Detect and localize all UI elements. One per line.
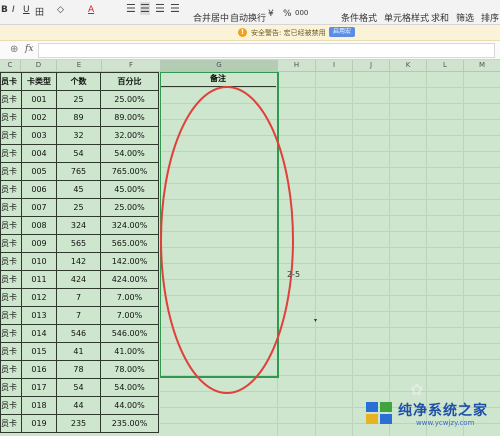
wrap-text-button[interactable]: 自动换行 [230, 11, 266, 24]
conditional-format-button[interactable]: 条件格式 [341, 11, 377, 24]
column-header-m[interactable]: M [464, 60, 500, 71]
percent-button[interactable]: % [283, 9, 292, 19]
mouse-cursor-icon: ▾ [314, 317, 318, 324]
border-button[interactable]: 田 [35, 5, 44, 18]
column-header-f[interactable]: F [102, 60, 161, 71]
sort-button[interactable]: 排序 [481, 11, 499, 24]
formula-bar: ⊕ fx [0, 41, 500, 60]
align-center-icon[interactable]: ☰ [140, 2, 150, 15]
column-header-e[interactable]: E [57, 60, 102, 71]
sum-button[interactable]: 求和 [431, 11, 449, 24]
merge-center-button[interactable]: 合并居中 [193, 11, 229, 24]
column-header-l[interactable]: L [427, 60, 464, 71]
watermark-name: 纯净系统之家 [398, 403, 488, 419]
formula-input[interactable] [38, 43, 495, 58]
annotation-oval [160, 86, 294, 394]
justify-icon[interactable]: ☰ [170, 2, 180, 15]
site-watermark: 纯净系统之家 www.ycwjzy.com [358, 394, 500, 436]
align-right-icon[interactable]: ☰ [155, 2, 165, 15]
cell-style-button[interactable]: 单元格样式 [384, 11, 429, 24]
sheet-grid[interactable]: 员卡 卡类型 个数 百分比 员卡 001 25 25.00% 员卡 002 89 89.00%… [0, 72, 500, 436]
thousands-button[interactable]: 000 [295, 9, 308, 17]
column-header-j[interactable]: J [353, 60, 390, 71]
zoom-icon[interactable]: ⊕ [10, 44, 18, 55]
column-header-c[interactable]: C [0, 60, 21, 71]
underline-button[interactable]: U [23, 5, 30, 15]
macro-security-bar: ! 安全警告: 宏已经被禁用 启用宏 [0, 25, 500, 41]
watermark-url: www.ycwjzy.com [416, 419, 475, 427]
column-header-d[interactable]: D [21, 60, 57, 71]
currency-button[interactable]: ¥ [268, 9, 274, 19]
column-header-i[interactable]: I [316, 60, 353, 71]
column-header-g[interactable]: G [161, 60, 278, 71]
warning-icon: ! [238, 28, 247, 37]
ribbon-toolbar: B I U 田 ◇ A ☰ ☰ ☰ ☰ 合并居中 自动换行 ¥ % 000 条件… [0, 0, 500, 25]
column-header-h[interactable]: H [278, 60, 316, 71]
align-left-icon[interactable]: ☰ [126, 2, 136, 15]
italic-button[interactable]: I [12, 5, 15, 15]
red-oval-shape [160, 86, 294, 394]
fx-icon[interactable]: fx [25, 44, 33, 54]
enable-macro-button[interactable]: 启用宏 [329, 27, 355, 37]
font-color-button[interactable]: A [88, 5, 94, 15]
column-header-k[interactable]: K [390, 60, 427, 71]
security-warning-text: 安全警告: 宏已经被禁用 [251, 29, 326, 37]
watermark-logo-icon [366, 402, 392, 424]
bold-button[interactable]: B [1, 5, 8, 15]
fill-color-button[interactable]: ◇ [57, 5, 64, 15]
filter-button[interactable]: 筛选 [456, 11, 474, 24]
floating-text[interactable]: 2-5 [287, 270, 300, 279]
column-header-row: C D E F G H I J K L M [0, 60, 500, 72]
